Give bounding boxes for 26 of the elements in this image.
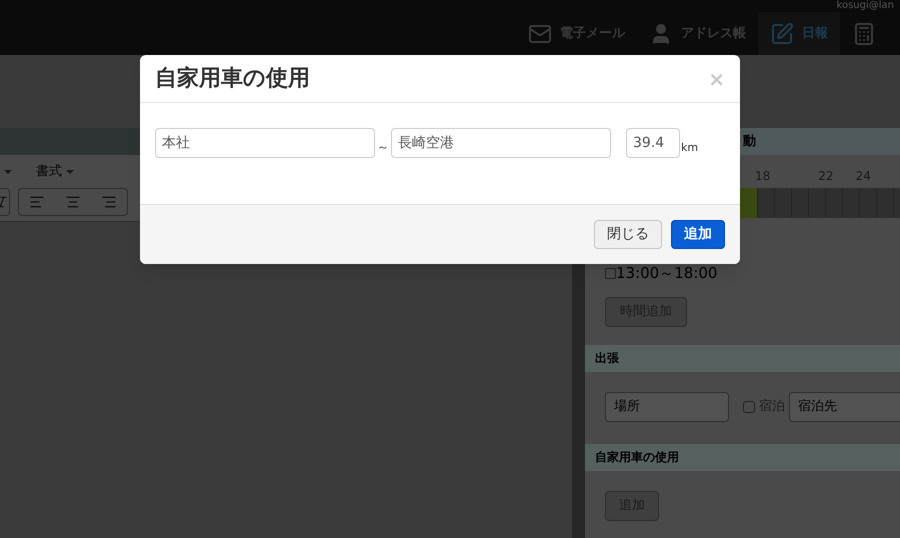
format-menu[interactable]: 書式	[36, 162, 74, 182]
section-header: 出張	[585, 344, 900, 372]
distance-field[interactable]: 39.4	[626, 128, 680, 158]
align-right-icon	[101, 194, 117, 210]
nav-item[interactable]: 日報	[758, 12, 840, 55]
section-title: 動	[743, 132, 756, 151]
unit-label: km	[681, 140, 698, 156]
calculator-icon	[852, 22, 876, 46]
user-email: kosugi@lan	[836, 0, 894, 12]
from-field[interactable]: 本社	[155, 128, 375, 158]
section-header: 自家用車の使用	[585, 444, 900, 470]
close-dialog-button[interactable]: 閉じる	[594, 220, 662, 249]
modal-title: 自家用車の使用	[155, 64, 310, 93]
align-left-icon	[29, 194, 45, 210]
range-separator: ～	[377, 139, 389, 156]
pen-icon	[770, 22, 794, 46]
place-field[interactable]: 場所	[605, 392, 729, 422]
time-slot-label: 13:00～18:00	[616, 263, 718, 284]
caret-icon[interactable]	[4, 170, 12, 174]
close-button[interactable]: ×	[708, 68, 725, 88]
checkbox[interactable]	[605, 268, 616, 279]
align-center-icon	[65, 194, 81, 210]
add-button[interactable]: 追加	[671, 220, 725, 249]
stay-place-field[interactable]: 宿泊先	[789, 392, 900, 422]
to-field[interactable]: 長崎空港	[391, 128, 611, 158]
stay-checkbox[interactable]	[743, 400, 755, 412]
